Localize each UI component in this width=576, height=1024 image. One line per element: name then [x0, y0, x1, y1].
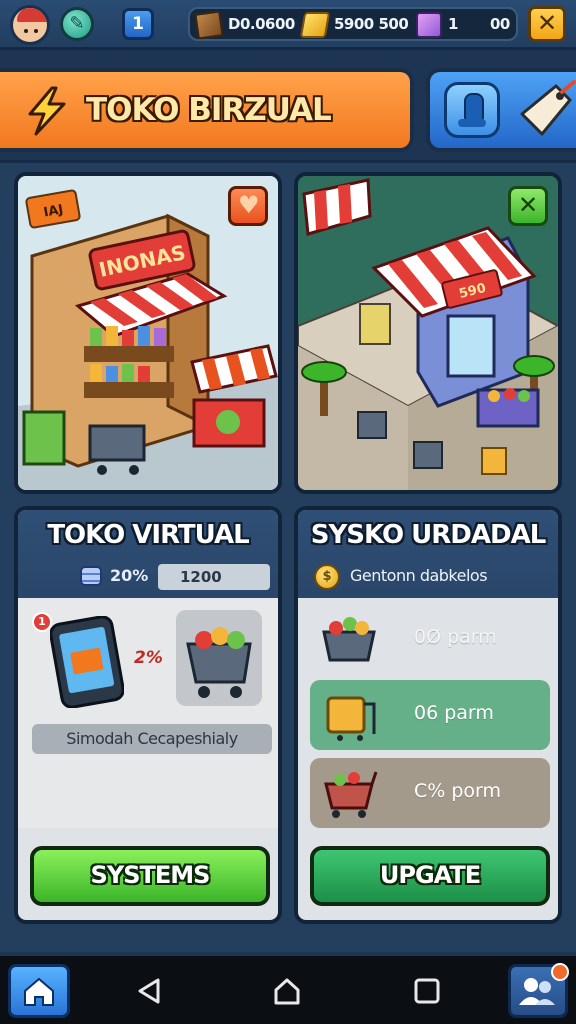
list-item[interactable]: 06 parm — [310, 680, 550, 750]
package-cart-icon — [326, 696, 376, 741]
item-percent: 2% — [134, 648, 163, 668]
coin-stack-icon — [80, 566, 102, 586]
item-area: 1 2% Simodah Cecapeshialy — [18, 598, 278, 828]
panel-title: TOKO VIRTUAL — [47, 520, 249, 550]
notification-dot — [551, 963, 569, 981]
top-bar: ✎ 1 D0.0600 5900 500 1 00 ✕ — [0, 0, 576, 50]
row-label: C% porm — [414, 780, 502, 802]
remove-x-icon[interactable]: ✕ — [508, 186, 548, 226]
home-icon — [24, 977, 54, 1006]
shop-info-panel-left: TOKO VIRTUAL 20% 1200 1 2% Simodah Cecap… — [14, 506, 282, 924]
favorite-heart-icon[interactable] — [228, 186, 268, 226]
item-caption: Simodah Cecapeshialy — [32, 724, 272, 754]
list-item[interactable]: C% porm — [310, 758, 550, 828]
shop-scene-right[interactable]: 590 ✕ — [294, 172, 562, 494]
home-tab-button[interactable] — [8, 964, 70, 1018]
resource-gold-value: 5900 500 — [334, 15, 409, 33]
lightning-icon — [28, 86, 66, 136]
upgrade-button[interactable]: UPGATE — [310, 846, 550, 906]
gold-coin-icon: $ — [314, 564, 340, 590]
resource-bar: D0.0600 5900 500 1 00 — [188, 7, 518, 41]
row-label: 0Ø parm — [414, 626, 497, 648]
resource-crate-value: D0.0600 — [228, 15, 295, 33]
row-label: 06 parm — [414, 702, 494, 724]
notification-badge: 1 — [32, 612, 52, 632]
panel-subtitle: Gentonn dabkelos — [350, 566, 488, 585]
title-banner: TOKO BIRZUAL — [0, 68, 414, 152]
header-actions — [426, 68, 576, 152]
gem-cube-icon — [416, 12, 442, 38]
panel-title: SYSKO URDADAL — [310, 520, 547, 550]
system-home-icon[interactable] — [272, 976, 302, 1006]
produce-basket-icon — [322, 617, 376, 662]
player-avatar[interactable] — [10, 5, 50, 45]
recent-apps-icon[interactable] — [412, 976, 442, 1006]
produce-cart-icon — [186, 627, 252, 698]
stat-percent: 20% — [110, 566, 149, 585]
crate-icon — [194, 10, 224, 40]
shop-info-panel-right: SYSKO URDADAL $ Gentonn dabkelos 0Ø parm… — [294, 506, 562, 924]
gold-bar-icon — [299, 12, 331, 38]
panel-header: TOKO VIRTUAL 20% 1200 — [18, 510, 278, 598]
cart-tile[interactable] — [176, 610, 262, 706]
stat-value-box: 1200 — [158, 564, 270, 590]
back-icon[interactable] — [134, 976, 164, 1006]
edit-round-icon[interactable]: ✎ — [60, 7, 94, 41]
stat-row: $ Gentonn dabkelos — [298, 562, 558, 592]
smartphone-icon[interactable] — [50, 616, 124, 708]
level-badge[interactable]: 1 — [122, 8, 154, 40]
shop-scene-left[interactable]: INONAS IAJ — [14, 172, 282, 494]
list-item[interactable]: 0Ø parm — [310, 604, 550, 674]
shopping-cart-icon — [324, 771, 378, 818]
close-button[interactable]: ✕ — [528, 6, 566, 42]
page-title: TOKO BIRZUAL — [86, 92, 332, 128]
systems-button[interactable]: SYSTEMS — [30, 846, 270, 906]
navigation-bar — [0, 956, 576, 1024]
stat-row: 20% 1200 — [18, 562, 278, 592]
resource-gem-value: 1 — [448, 15, 458, 33]
resource-extra-value: 00 — [490, 15, 510, 33]
microphone-button[interactable] — [444, 82, 500, 138]
profile-menu-button[interactable] — [508, 963, 569, 1018]
panel-header: SYSKO URDADAL $ Gentonn dabkelos — [298, 510, 558, 598]
price-tag-icon[interactable] — [512, 78, 576, 144]
